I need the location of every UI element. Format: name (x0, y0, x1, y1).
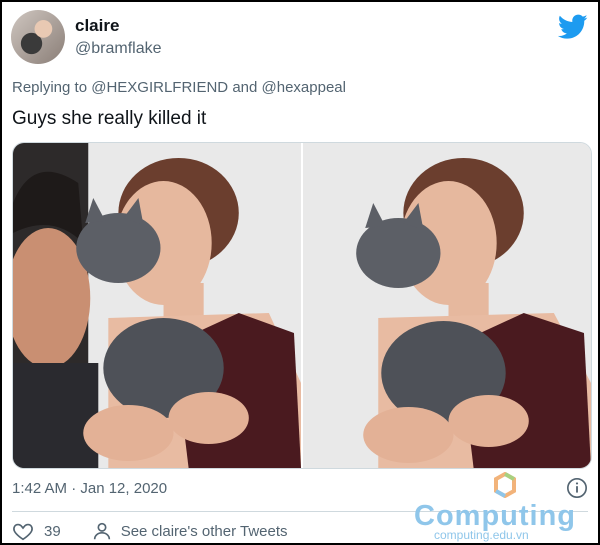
twitter-bird-icon[interactable] (558, 14, 588, 40)
photo-2[interactable] (303, 143, 591, 468)
author-handle[interactable]: @bramflake (75, 40, 162, 58)
see-other-tweets-link[interactable]: See claire's other Tweets (121, 523, 288, 540)
watermark-logo-icon (494, 472, 516, 498)
watermark: Computing computing.edu.vn (414, 472, 594, 543)
replying-and: and (232, 79, 258, 96)
photo-1[interactable] (13, 143, 301, 468)
photo-grid (12, 142, 592, 469)
author-name[interactable]: claire (75, 16, 119, 36)
person-icon[interactable] (91, 520, 113, 542)
avatar[interactable] (11, 10, 65, 64)
watermark-url: computing.edu.vn (434, 528, 529, 542)
tweet-actions: 39 See claire's other Tweets (12, 520, 288, 542)
heart-icon[interactable] (12, 520, 34, 542)
tweet-text: Guys she really killed it (12, 108, 207, 129)
replying-user-link[interactable]: @HEXGIRLFRIEND (91, 79, 228, 96)
tweet-card: claire @bramflake Replying to @HEXGIRLFR… (0, 0, 600, 545)
like-count: 39 (44, 522, 61, 540)
replying-user-link[interactable]: @hexappeal (262, 79, 346, 96)
photo-2-image (303, 143, 591, 468)
replying-to: Replying to @HEXGIRLFRIEND and @hexappea… (12, 79, 346, 96)
timestamp[interactable]: 1:42 AM · Jan 12, 2020 (12, 480, 167, 497)
replying-prefix: Replying to (12, 79, 88, 96)
photo-1-image (13, 143, 301, 468)
